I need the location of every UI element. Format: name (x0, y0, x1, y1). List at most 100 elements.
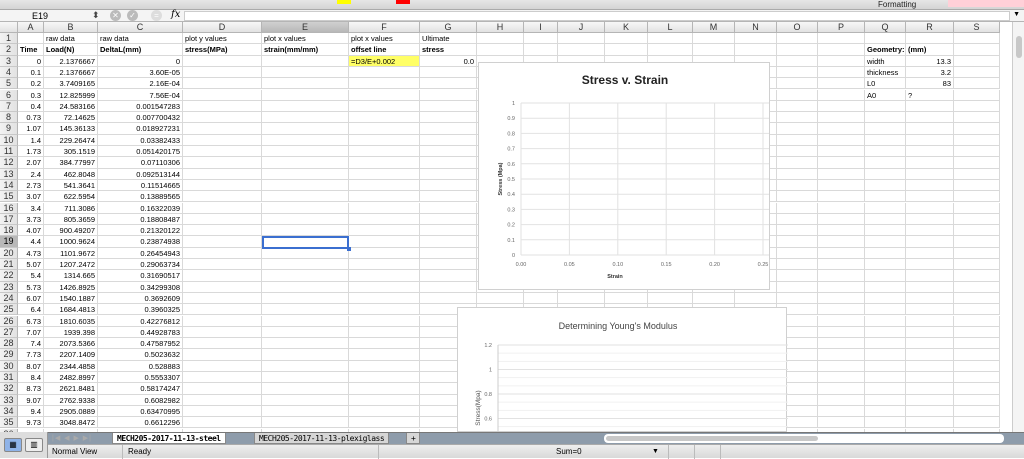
cell-A24[interactable]: 6.07 (18, 292, 44, 305)
cell-E6[interactable] (262, 89, 349, 101)
cell-A15[interactable]: 3.07 (18, 191, 44, 203)
cell-P22[interactable] (818, 270, 865, 282)
cell-G22[interactable] (420, 270, 477, 282)
cell-Q22[interactable] (865, 270, 906, 282)
cell-S12[interactable] (954, 157, 1000, 169)
row-header-11[interactable]: 11 (0, 146, 18, 158)
cell-A21[interactable]: 5.07 (18, 259, 44, 271)
cell-style-swatch[interactable] (948, 0, 1024, 7)
cell-P10[interactable] (818, 134, 865, 146)
cell-E2[interactable]: strain(mm/mm) (262, 44, 349, 56)
cell-P30[interactable] (818, 360, 865, 372)
cell-B8[interactable]: 72.14625 (44, 112, 98, 124)
cell-F34[interactable] (349, 405, 420, 418)
cell-Q13[interactable] (865, 168, 906, 180)
name-box-spinner-icon[interactable]: ⬍ (92, 10, 100, 21)
vertical-scroll-thumb[interactable] (1016, 36, 1022, 58)
cell-F28[interactable] (349, 338, 420, 350)
cell-G18[interactable] (420, 225, 477, 237)
cell-F6[interactable] (349, 89, 420, 101)
cell-C31[interactable]: 0.5553307 (98, 372, 183, 384)
row-header-2[interactable]: 2 (0, 44, 18, 56)
cell-B35[interactable]: 3048.8472 (44, 417, 98, 429)
cell-N1[interactable] (735, 33, 777, 45)
cell-A23[interactable]: 5.73 (18, 281, 44, 293)
cell-H24[interactable] (477, 292, 524, 305)
cell-B7[interactable]: 24.583166 (44, 100, 98, 113)
cell-R31[interactable] (906, 372, 954, 384)
cell-A33[interactable]: 9.07 (18, 394, 44, 406)
row-header-10[interactable]: 10 (0, 134, 18, 146)
cell-G19[interactable] (420, 236, 477, 248)
cell-S23[interactable] (954, 281, 1000, 293)
cell-A14[interactable]: 2.73 (18, 179, 44, 192)
cell-Q18[interactable] (865, 225, 906, 237)
cell-A29[interactable]: 7.73 (18, 349, 44, 361)
cell-S7[interactable] (954, 100, 1000, 113)
cell-O10[interactable] (777, 134, 818, 146)
cell-S32[interactable] (954, 383, 1000, 395)
row-header-32[interactable]: 32 (0, 383, 18, 395)
cell-J1[interactable] (558, 33, 605, 45)
cell-B16[interactable]: 711.3086 (44, 202, 98, 214)
cell-O2[interactable] (777, 44, 818, 56)
cell-F10[interactable] (349, 134, 420, 146)
cell-F20[interactable] (349, 247, 420, 259)
cell-A28[interactable]: 7.4 (18, 338, 44, 350)
cell-C16[interactable]: 0.16322039 (98, 202, 183, 214)
row-header-24[interactable]: 24 (0, 292, 18, 305)
cell-F13[interactable] (349, 168, 420, 180)
cell-S21[interactable] (954, 259, 1000, 271)
cell-S19[interactable] (954, 236, 1000, 248)
cell-G16[interactable] (420, 202, 477, 214)
cell-C23[interactable]: 0.34299308 (98, 281, 183, 293)
cell-G23[interactable] (420, 281, 477, 293)
horizontal-scrollbar[interactable] (604, 434, 1004, 443)
cell-O22[interactable] (777, 270, 818, 282)
cell-E25[interactable] (262, 304, 349, 316)
cell-Q35[interactable] (865, 417, 906, 429)
cell-S20[interactable] (954, 247, 1000, 259)
cell-E30[interactable] (262, 360, 349, 372)
cell-G4[interactable] (420, 66, 477, 79)
row-header-25[interactable]: 25 (0, 304, 18, 316)
row-header-1[interactable]: 1 (0, 33, 18, 45)
cell-O20[interactable] (777, 247, 818, 259)
cell-R12[interactable] (906, 157, 954, 169)
cell-A27[interactable]: 7.07 (18, 326, 44, 339)
cell-P13[interactable] (818, 168, 865, 180)
cell-B31[interactable]: 2482.8997 (44, 372, 98, 384)
cell-D1[interactable]: plot y values (183, 33, 262, 45)
column-header-K[interactable]: K (605, 22, 648, 33)
cell-C17[interactable]: 0.18808487 (98, 213, 183, 226)
cell-F26[interactable] (349, 315, 420, 327)
cell-C2[interactable]: DeltaL(mm) (98, 44, 183, 56)
cell-Q16[interactable] (865, 202, 906, 214)
cell-O19[interactable] (777, 236, 818, 248)
cell-R27[interactable] (906, 326, 954, 339)
cell-B34[interactable]: 2905.0889 (44, 405, 98, 418)
highlight-color-swatch[interactable] (337, 0, 351, 4)
cell-E28[interactable] (262, 338, 349, 350)
cell-Q3[interactable]: width (865, 55, 906, 67)
cell-S31[interactable] (954, 372, 1000, 384)
column-header-G[interactable]: G (420, 22, 477, 33)
cell-P3[interactable] (818, 55, 865, 67)
cell-O21[interactable] (777, 259, 818, 271)
cell-P12[interactable] (818, 157, 865, 169)
cell-F31[interactable] (349, 372, 420, 384)
cell-F29[interactable] (349, 349, 420, 361)
cell-F24[interactable] (349, 292, 420, 305)
cell-H2[interactable] (477, 44, 524, 56)
cell-Q10[interactable] (865, 134, 906, 146)
row-header-4[interactable]: 4 (0, 66, 18, 79)
cell-C20[interactable]: 0.26454943 (98, 247, 183, 259)
cell-P26[interactable] (818, 315, 865, 327)
cell-C14[interactable]: 0.11514665 (98, 179, 183, 192)
cell-E22[interactable] (262, 270, 349, 282)
cell-B28[interactable]: 2073.5366 (44, 338, 98, 350)
sum-dropdown-icon[interactable]: ▼ (652, 445, 659, 458)
cell-A3[interactable]: 0 (18, 55, 44, 67)
cell-R20[interactable] (906, 247, 954, 259)
cell-B19[interactable]: 1000.9624 (44, 236, 98, 248)
